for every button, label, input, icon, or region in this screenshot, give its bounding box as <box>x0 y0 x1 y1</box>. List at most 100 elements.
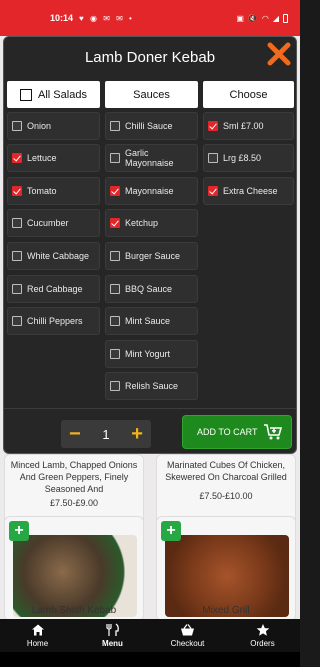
checkbox[interactable] <box>110 153 120 163</box>
checkbox[interactable] <box>12 186 22 196</box>
add-item-button[interactable]: + <box>161 521 181 541</box>
option-mayonnaise[interactable]: Mayonnaise <box>105 177 198 205</box>
option-label: Burger Sauce <box>125 251 181 261</box>
checkbox[interactable] <box>110 218 120 228</box>
option-chilli-sauce[interactable]: Chilli Sauce <box>105 112 198 140</box>
nav-label: Menu <box>102 639 123 648</box>
bottom-navigation: Home Menu Checkout Orders <box>0 619 300 652</box>
decrease-quantity-button[interactable]: − <box>69 424 81 444</box>
card-title: Mixed Grill <box>202 605 250 616</box>
option-white-cabbage[interactable]: White Cabbage <box>7 242 100 270</box>
wifi-icon: ◠ <box>261 13 269 23</box>
mute-icon: 🔇 <box>247 13 258 23</box>
checkbox[interactable] <box>110 316 120 326</box>
close-icon[interactable] <box>266 41 292 67</box>
checkbox[interactable] <box>110 251 120 261</box>
checkbox[interactable] <box>12 121 22 131</box>
add-item-button[interactable]: + <box>9 521 29 541</box>
option-extra-cheese[interactable]: Extra Cheese <box>203 177 294 205</box>
option-burger-sauce[interactable]: Burger Sauce <box>105 242 198 270</box>
checkbox[interactable] <box>110 121 120 131</box>
option-mint-sauce[interactable]: Mint Sauce <box>105 307 198 335</box>
checkbox[interactable] <box>208 153 218 163</box>
checkbox[interactable] <box>110 381 120 391</box>
checkbox[interactable] <box>110 284 120 294</box>
card-price: £7.50-£9.00 <box>49 498 99 508</box>
all-salads-toggle[interactable]: All Salads <box>7 81 100 108</box>
cutlery-icon <box>105 623 119 636</box>
option-small[interactable]: Sml £7.00 <box>203 112 294 140</box>
option-bbq-sauce[interactable]: BBQ Sauce <box>105 275 198 303</box>
checkbox[interactable] <box>12 316 22 326</box>
checkbox[interactable] <box>12 284 22 294</box>
option-label: Tomato <box>27 186 57 196</box>
option-label: Relish Sauce <box>125 381 179 391</box>
system-navigation-bar <box>0 652 300 667</box>
home-icon <box>31 624 44 636</box>
option-label: Mint Sauce <box>125 316 171 326</box>
checkbox[interactable] <box>208 186 218 196</box>
option-ketchup[interactable]: Ketchup <box>105 209 198 237</box>
checkbox[interactable] <box>12 251 22 261</box>
option-garlic-mayonnaise[interactable]: Garlic Mayonnaise <box>105 144 198 172</box>
option-label: Cucumber <box>27 218 69 228</box>
nav-home[interactable]: Home <box>0 619 75 652</box>
add-to-cart-button[interactable]: ADD TO CART <box>182 415 292 449</box>
nav-checkout[interactable]: Checkout <box>150 619 225 652</box>
option-label: Lrg £8.50 <box>223 153 262 163</box>
add-to-cart-label: ADD TO CART <box>197 427 258 437</box>
card-description: Marinated Cubes Of Chicken, Skewered On … <box>165 460 287 482</box>
option-chilli-peppers[interactable]: Chilli Peppers <box>7 307 100 335</box>
card-title: Lamb Shish Kebab <box>31 605 117 616</box>
checkbox[interactable] <box>12 218 22 228</box>
option-red-cabbage[interactable]: Red Cabbage <box>7 275 100 303</box>
column-header-choose: Choose <box>203 81 294 108</box>
option-label: Extra Cheese <box>223 186 278 196</box>
option-label: White Cabbage <box>27 251 90 261</box>
nav-orders[interactable]: Orders <box>225 619 300 652</box>
option-label: Mayonnaise <box>125 186 174 196</box>
option-label: Lettuce <box>27 153 57 163</box>
option-label: Sml £7.00 <box>223 121 264 131</box>
menu-card[interactable]: + Mixed Grill <box>156 516 296 621</box>
option-label: Mint Yogurt <box>125 349 171 359</box>
checkbox[interactable] <box>12 153 22 163</box>
option-large[interactable]: Lrg £8.50 <box>203 144 294 172</box>
nav-label: Home <box>26 639 49 648</box>
app-screen: 10:14 ♥ ◉ ✉ ✉ • ▣ 🔇 ◠ ◢ Minced Lamb, Cha… <box>0 0 300 667</box>
option-label: Onion <box>27 121 52 131</box>
nav-menu[interactable]: Menu <box>75 619 150 652</box>
column-header-sauces: Sauces <box>105 81 198 108</box>
status-time: 10:14 <box>50 13 74 23</box>
option-tomato[interactable]: Tomato <box>7 177 100 205</box>
option-label: Garlic Mayonnaise <box>125 148 174 168</box>
column-header-label: Choose <box>229 88 268 101</box>
increase-quantity-button[interactable]: + <box>131 424 143 444</box>
option-label: Red Cabbage <box>27 284 83 294</box>
option-lettuce[interactable]: Lettuce <box>7 144 100 172</box>
all-salads-checkbox[interactable] <box>20 88 33 101</box>
column-header-label: Sauces <box>133 88 170 101</box>
checkbox[interactable] <box>110 186 120 196</box>
option-relish-sauce[interactable]: Relish Sauce <box>105 372 198 400</box>
item-options-modal: Lamb Doner Kebab All Salads Sauces Choos… <box>3 36 297 454</box>
option-label: Chilli Sauce <box>125 121 173 131</box>
basket-icon <box>181 624 194 636</box>
battery-icon <box>283 13 288 23</box>
option-mint-yogurt[interactable]: Mint Yogurt <box>105 340 198 368</box>
system-status-icons: ▣ 🔇 ◠ ◢ <box>236 13 288 23</box>
option-cucumber[interactable]: Cucumber <box>7 209 100 237</box>
card-price: £7.50-£10.00 <box>199 491 253 501</box>
option-label: BBQ Sauce <box>125 284 173 294</box>
quantity-stepper: − 1 + <box>61 420 151 448</box>
status-bar: 10:14 ♥ ◉ ✉ ✉ • ▣ 🔇 ◠ ◢ <box>0 0 300 36</box>
option-label: Ketchup <box>125 218 159 228</box>
column-header-label: All Salads <box>38 88 87 101</box>
quantity-value: 1 <box>102 426 110 442</box>
nav-label: Orders <box>250 639 275 648</box>
menu-card[interactable]: + Lamb Shish Kebab <box>4 516 144 621</box>
option-onion[interactable]: Onion <box>7 112 100 140</box>
modal-title: Lamb Doner Kebab <box>84 49 216 66</box>
checkbox[interactable] <box>208 121 218 131</box>
checkbox[interactable] <box>110 349 120 359</box>
